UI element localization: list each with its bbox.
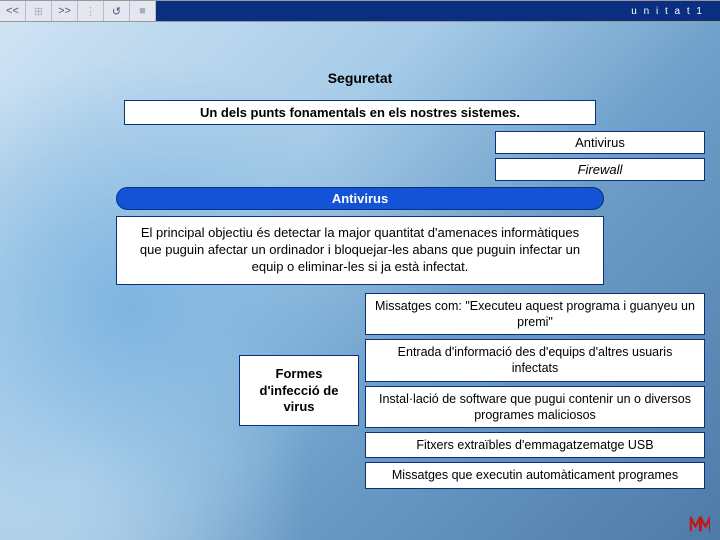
antivirus-description: El principal objectiu és detectar la maj… [116, 216, 604, 285]
stop-button[interactable]: ■ [130, 1, 156, 21]
list-item: Instal·lació de software que pugui conte… [365, 386, 705, 429]
list-item: Missatges que executin automàticament pr… [365, 462, 705, 488]
list-item: Missatges com: "Executeu aquest programa… [365, 293, 705, 336]
prev-button[interactable]: << [0, 1, 26, 21]
page-title: Seguretat [0, 70, 720, 86]
infection-forms-label: Formes d'infecció de virus [239, 355, 359, 426]
firewall-link[interactable]: Firewall [495, 158, 705, 181]
next-button[interactable]: >> [52, 1, 78, 21]
list-button[interactable]: ⋮ [78, 1, 104, 21]
list-item: Fitxers extraïbles d'emmagatzematge USB [365, 432, 705, 458]
reload-button[interactable]: ↺ [104, 1, 130, 21]
slide-content: Seguretat Un dels punts fonamentals en e… [0, 22, 720, 540]
publisher-logo-icon [688, 512, 710, 534]
top-toolbar: << ⊞ >> ⋮ ↺ ■ u n i t a t 1 [0, 0, 720, 22]
antivirus-link[interactable]: Antivirus [495, 131, 705, 154]
infection-methods-list: Missatges com: "Executeu aquest programa… [365, 293, 705, 489]
unit-label: u n i t a t 1 [631, 6, 704, 17]
grid-button[interactable]: ⊞ [26, 1, 52, 21]
nav-button-group: << ⊞ >> ⋮ ↺ ■ [0, 1, 156, 21]
right-column: Antivirus Firewall [0, 131, 720, 181]
subtitle-box: Un dels punts fonamentals en els nostres… [124, 100, 596, 125]
unit-label-bar: u n i t a t 1 [156, 1, 720, 21]
list-item: Entrada d'informació des d'equips d'altr… [365, 339, 705, 382]
infection-section: Formes d'infecció de virus Missatges com… [0, 293, 720, 489]
section-header-antivirus: Antivirus [116, 187, 604, 210]
